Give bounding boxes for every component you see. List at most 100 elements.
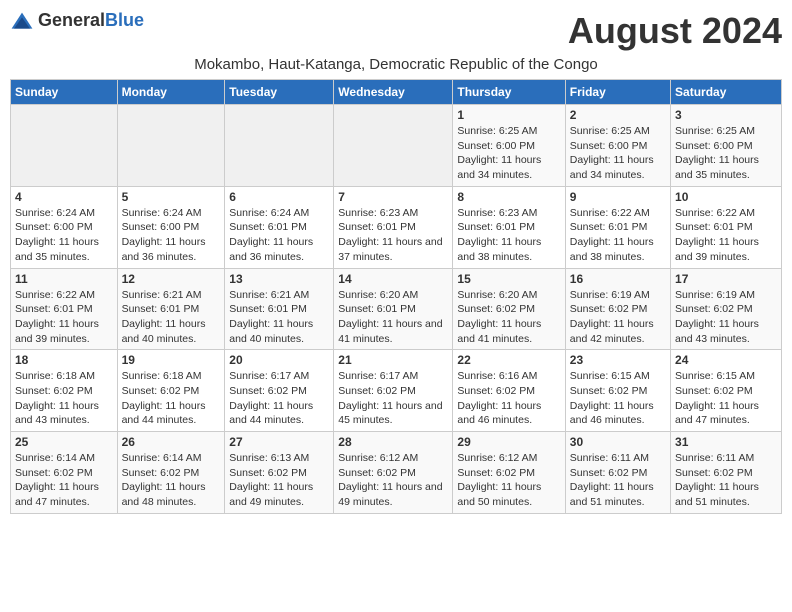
day-number: 3 — [675, 108, 777, 122]
day-detail: Sunrise: 6:22 AMSunset: 6:01 PMDaylight:… — [675, 206, 777, 265]
week-row-1: 4 Sunrise: 6:24 AMSunset: 6:00 PMDaylight… — [11, 186, 782, 268]
day-number: 10 — [675, 190, 777, 204]
day-detail: Sunrise: 6:11 AMSunset: 6:02 PMDaylight:… — [570, 451, 666, 510]
day-cell — [225, 105, 334, 187]
calendar-header: SundayMondayTuesdayWednesdayThursdayFrid… — [11, 80, 782, 105]
week-row-3: 18 Sunrise: 6:18 AMSunset: 6:02 PMDayligh… — [11, 350, 782, 432]
day-cell: 30 Sunrise: 6:11 AMSunset: 6:02 PMDayligh… — [565, 432, 670, 514]
day-detail: Sunrise: 6:13 AMSunset: 6:02 PMDaylight:… — [229, 451, 329, 510]
day-cell: 7 Sunrise: 6:23 AMSunset: 6:01 PMDaylight… — [334, 186, 453, 268]
day-cell: 10 Sunrise: 6:22 AMSunset: 6:01 PMDayligh… — [671, 186, 782, 268]
day-cell: 1 Sunrise: 6:25 AMSunset: 6:00 PMDaylight… — [453, 105, 565, 187]
day-detail: Sunrise: 6:14 AMSunset: 6:02 PMDaylight:… — [122, 451, 221, 510]
day-number: 11 — [15, 272, 113, 286]
day-cell: 11 Sunrise: 6:22 AMSunset: 6:01 PMDayligh… — [11, 268, 118, 350]
day-detail: Sunrise: 6:25 AMSunset: 6:00 PMDaylight:… — [457, 124, 560, 183]
day-number: 21 — [338, 353, 448, 367]
day-cell: 3 Sunrise: 6:25 AMSunset: 6:00 PMDaylight… — [671, 105, 782, 187]
day-number: 6 — [229, 190, 329, 204]
day-number: 9 — [570, 190, 666, 204]
day-number: 18 — [15, 353, 113, 367]
header-day-sunday: Sunday — [11, 80, 118, 105]
day-number: 24 — [675, 353, 777, 367]
day-detail: Sunrise: 6:25 AMSunset: 6:00 PMDaylight:… — [570, 124, 666, 183]
day-detail: Sunrise: 6:19 AMSunset: 6:02 PMDaylight:… — [675, 288, 777, 347]
day-cell — [117, 105, 225, 187]
day-cell — [11, 105, 118, 187]
day-cell: 2Sunrise: 6:25 AMSunset: 6:00 PMDaylight… — [565, 105, 670, 187]
day-detail: Sunrise: 6:17 AMSunset: 6:02 PMDaylight:… — [229, 369, 329, 428]
day-detail: Sunrise: 6:22 AMSunset: 6:01 PMDaylight:… — [15, 288, 113, 347]
day-detail: Sunrise: 6:20 AMSunset: 6:02 PMDaylight:… — [457, 288, 560, 347]
day-cell: 6Sunrise: 6:24 AMSunset: 6:01 PMDaylight… — [225, 186, 334, 268]
logo-general: General — [38, 10, 105, 30]
day-cell: 31Sunrise: 6:11 AMSunset: 6:02 PMDayligh… — [671, 432, 782, 514]
week-row-2: 11 Sunrise: 6:22 AMSunset: 6:01 PMDayligh… — [11, 268, 782, 350]
day-detail: Sunrise: 6:18 AMSunset: 6:02 PMDaylight:… — [122, 369, 221, 428]
day-detail: Sunrise: 6:22 AMSunset: 6:01 PMDaylight:… — [570, 206, 666, 265]
day-number: 25 — [15, 435, 113, 449]
day-number: 5 — [122, 190, 221, 204]
day-number: 31 — [675, 435, 777, 449]
header-day-friday: Friday — [565, 80, 670, 105]
day-number: 23 — [570, 353, 666, 367]
day-number: 29 — [457, 435, 560, 449]
day-detail: Sunrise: 6:24 AMSunset: 6:00 PMDaylight:… — [15, 206, 113, 265]
month-title: August 2024 — [568, 10, 782, 52]
day-detail: Sunrise: 6:19 AMSunset: 6:02 PMDaylight:… — [570, 288, 666, 347]
header-day-wednesday: Wednesday — [334, 80, 453, 105]
day-number: 30 — [570, 435, 666, 449]
day-cell: 5 Sunrise: 6:24 AMSunset: 6:00 PMDaylight… — [117, 186, 225, 268]
location-title: Mokambo, Haut-Katanga, Democratic Republ… — [10, 56, 782, 73]
day-detail: Sunrise: 6:17 AMSunset: 6:02 PMDaylight:… — [338, 369, 448, 428]
day-cell: 23Sunrise: 6:15 AMSunset: 6:02 PMDayligh… — [565, 350, 670, 432]
day-cell: 4 Sunrise: 6:24 AMSunset: 6:00 PMDaylight… — [11, 186, 118, 268]
day-detail: Sunrise: 6:21 AMSunset: 6:01 PMDaylight:… — [122, 288, 221, 347]
day-number: 8 — [457, 190, 560, 204]
day-detail: Sunrise: 6:25 AMSunset: 6:00 PMDaylight:… — [675, 124, 777, 183]
day-number: 27 — [229, 435, 329, 449]
day-cell: 28Sunrise: 6:12 AMSunset: 6:02 PMDayligh… — [334, 432, 453, 514]
day-detail: Sunrise: 6:21 AMSunset: 6:01 PMDaylight:… — [229, 288, 329, 347]
day-number: 1 — [457, 108, 560, 122]
logo-text: GeneralBlue — [38, 10, 144, 31]
logo: GeneralBlue — [10, 10, 144, 31]
page-header: GeneralBlue August 2024 — [10, 10, 782, 52]
header-row: SundayMondayTuesdayWednesdayThursdayFrid… — [11, 80, 782, 105]
day-number: 28 — [338, 435, 448, 449]
day-number: 26 — [122, 435, 221, 449]
logo-icon — [10, 11, 34, 31]
week-row-4: 25 Sunrise: 6:14 AMSunset: 6:02 PMDayligh… — [11, 432, 782, 514]
day-cell: 29 Sunrise: 6:12 AMSunset: 6:02 PMDayligh… — [453, 432, 565, 514]
day-cell: 27 Sunrise: 6:13 AMSunset: 6:02 PMDayligh… — [225, 432, 334, 514]
day-cell: 20Sunrise: 6:17 AMSunset: 6:02 PMDayligh… — [225, 350, 334, 432]
day-cell — [334, 105, 453, 187]
day-detail: Sunrise: 6:12 AMSunset: 6:02 PMDaylight:… — [457, 451, 560, 510]
day-cell: 18Sunrise: 6:18 AMSunset: 6:02 PMDayligh… — [11, 350, 118, 432]
day-detail: Sunrise: 6:14 AMSunset: 6:02 PMDaylight:… — [15, 451, 113, 510]
day-cell: 9 Sunrise: 6:22 AMSunset: 6:01 PMDaylight… — [565, 186, 670, 268]
day-cell: 24 Sunrise: 6:15 AMSunset: 6:02 PMDayligh… — [671, 350, 782, 432]
day-cell: 19Sunrise: 6:18 AMSunset: 6:02 PMDayligh… — [117, 350, 225, 432]
day-detail: Sunrise: 6:20 AMSunset: 6:01 PMDaylight:… — [338, 288, 448, 347]
calendar-body: 1 Sunrise: 6:25 AMSunset: 6:00 PMDaylight… — [11, 105, 782, 514]
week-row-0: 1 Sunrise: 6:25 AMSunset: 6:00 PMDaylight… — [11, 105, 782, 187]
day-cell: 17 Sunrise: 6:19 AMSunset: 6:02 PMDayligh… — [671, 268, 782, 350]
day-cell: 8Sunrise: 6:23 AMSunset: 6:01 PMDaylight… — [453, 186, 565, 268]
day-number: 15 — [457, 272, 560, 286]
day-detail: Sunrise: 6:16 AMSunset: 6:02 PMDaylight:… — [457, 369, 560, 428]
logo-blue: Blue — [105, 10, 144, 30]
header-day-thursday: Thursday — [453, 80, 565, 105]
day-number: 4 — [15, 190, 113, 204]
day-cell: 22Sunrise: 6:16 AMSunset: 6:02 PMDayligh… — [453, 350, 565, 432]
day-detail: Sunrise: 6:15 AMSunset: 6:02 PMDaylight:… — [675, 369, 777, 428]
day-detail: Sunrise: 6:23 AMSunset: 6:01 PMDaylight:… — [338, 206, 448, 265]
day-cell: 25 Sunrise: 6:14 AMSunset: 6:02 PMDayligh… — [11, 432, 118, 514]
day-cell: 15 Sunrise: 6:20 AMSunset: 6:02 PMDayligh… — [453, 268, 565, 350]
day-number: 13 — [229, 272, 329, 286]
day-detail: Sunrise: 6:24 AMSunset: 6:00 PMDaylight:… — [122, 206, 221, 265]
day-cell: 26 Sunrise: 6:14 AMSunset: 6:02 PMDayligh… — [117, 432, 225, 514]
day-cell: 21 Sunrise: 6:17 AMSunset: 6:02 PMDayligh… — [334, 350, 453, 432]
day-number: 17 — [675, 272, 777, 286]
day-number: 7 — [338, 190, 448, 204]
